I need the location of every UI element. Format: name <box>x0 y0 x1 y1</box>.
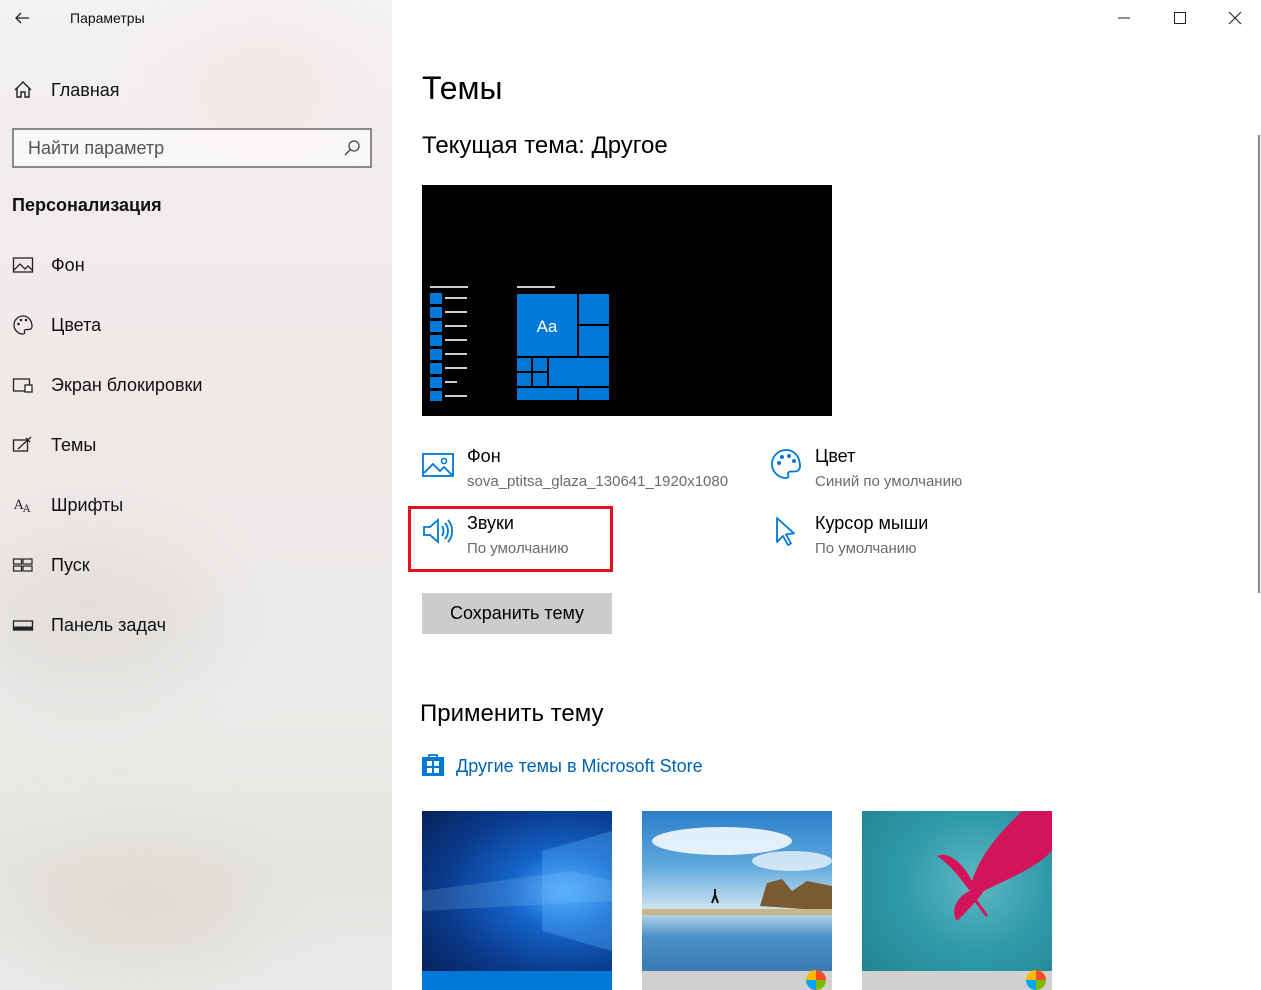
minimize-button[interactable] <box>1096 0 1152 36</box>
color-value: Синий по умолчанию <box>815 473 963 490</box>
sidebar-item-label: Темы <box>51 434 97 455</box>
palette-icon <box>770 448 802 480</box>
page-title: Темы <box>422 70 503 106</box>
picture-icon <box>11 253 35 277</box>
background-value: sova_ptitsa_glaza_130641_1920x1080 <box>467 473 729 490</box>
svg-text:A: A <box>22 504 31 515</box>
store-link-label: Другие темы в Microsoft Store <box>456 755 703 776</box>
beach-landscape-image <box>642 827 832 915</box>
sidebar-item-background[interactable]: Фон <box>0 245 392 285</box>
sidebar-item-fonts[interactable]: AA Шрифты <box>0 485 392 525</box>
sidebar-item-label: Фон <box>51 254 85 275</box>
color-wheel-icon <box>1026 970 1046 990</box>
close-button[interactable] <box>1207 0 1261 36</box>
cursor-setting[interactable]: Курсор мыши По умолчанию <box>770 513 1090 569</box>
sidebar-item-start[interactable]: Пуск <box>0 545 392 585</box>
sidebar-item-taskbar[interactable]: Панель задач <box>0 605 392 645</box>
lock-screen-icon <box>11 373 35 397</box>
cursor-title: Курсор мыши <box>815 513 929 533</box>
search-box[interactable] <box>12 128 372 168</box>
theme-thumbnail-flowers[interactable] <box>862 811 1052 990</box>
sidebar-item-label: Цвета <box>51 314 102 335</box>
section-heading: Персонализация <box>12 195 162 215</box>
search-input[interactable] <box>14 130 334 166</box>
nav-home[interactable]: Главная <box>0 74 392 106</box>
scrollbar[interactable] <box>1258 135 1260 593</box>
save-theme-button[interactable]: Сохранить тему <box>422 593 612 634</box>
color-setting[interactable]: Цвет Синий по умолчанию <box>770 446 1090 502</box>
red-flower-image <box>937 811 1052 921</box>
back-arrow-icon[interactable] <box>10 6 34 30</box>
picture-icon <box>422 448 454 480</box>
themes-icon <box>11 433 35 457</box>
highlight-annotation-box <box>408 506 613 572</box>
start-icon <box>11 553 35 577</box>
microsoft-store-link[interactable]: Другие темы в Microsoft Store <box>422 752 703 780</box>
sidebar-item-label: Панель задач <box>51 614 166 635</box>
sidebar-item-label: Шрифты <box>51 494 124 515</box>
color-title: Цвет <box>815 446 856 466</box>
sidebar-item-label: Пуск <box>51 554 90 575</box>
window-title: Параметры <box>70 10 145 26</box>
windows-logo-light-image <box>422 831 612 951</box>
apply-theme-heading: Применить тему <box>420 700 604 727</box>
theme-preview-image: Aa <box>430 286 609 401</box>
sidebar: Параметры Главная Персонализация Фон Цве… <box>0 0 392 990</box>
sidebar-item-label: Экран блокировки <box>51 374 203 395</box>
theme-thumbnail-windows[interactable] <box>422 811 612 990</box>
color-wheel-icon <box>806 970 826 990</box>
background-title: Фон <box>467 446 501 466</box>
background-setting[interactable]: Фон sova_ptitsa_glaza_130641_1920x1080 <box>422 446 742 502</box>
cursor-value: По умолчанию <box>815 540 917 557</box>
store-icon <box>422 752 444 781</box>
sidebar-item-colors[interactable]: Цвета <box>0 305 392 345</box>
mouse-cursor-icon <box>770 515 802 547</box>
theme-accent-bar <box>422 971 612 990</box>
sidebar-item-lock-screen[interactable]: Экран блокировки <box>0 365 392 405</box>
nav-home-label: Главная <box>51 79 120 100</box>
close-icon <box>1228 11 1242 25</box>
sidebar-item-themes[interactable]: Темы <box>0 425 392 465</box>
search-icon[interactable] <box>342 138 362 158</box>
palette-icon <box>11 313 35 337</box>
maximize-icon <box>1174 12 1186 24</box>
theme-thumbnail-windows-10[interactable] <box>642 811 832 990</box>
theme-preview: Aa <box>422 185 832 416</box>
theme-accent-bar <box>862 971 1052 990</box>
taskbar-icon <box>11 613 35 637</box>
minimize-icon <box>1118 17 1130 19</box>
theme-accent-bar <box>642 971 832 990</box>
maximize-button[interactable] <box>1152 0 1208 36</box>
fonts-icon: AA <box>11 493 35 517</box>
home-icon <box>11 78 35 102</box>
current-theme-heading: Текущая тема: Другое <box>422 132 668 159</box>
preview-tile-label: Aa <box>537 317 558 336</box>
